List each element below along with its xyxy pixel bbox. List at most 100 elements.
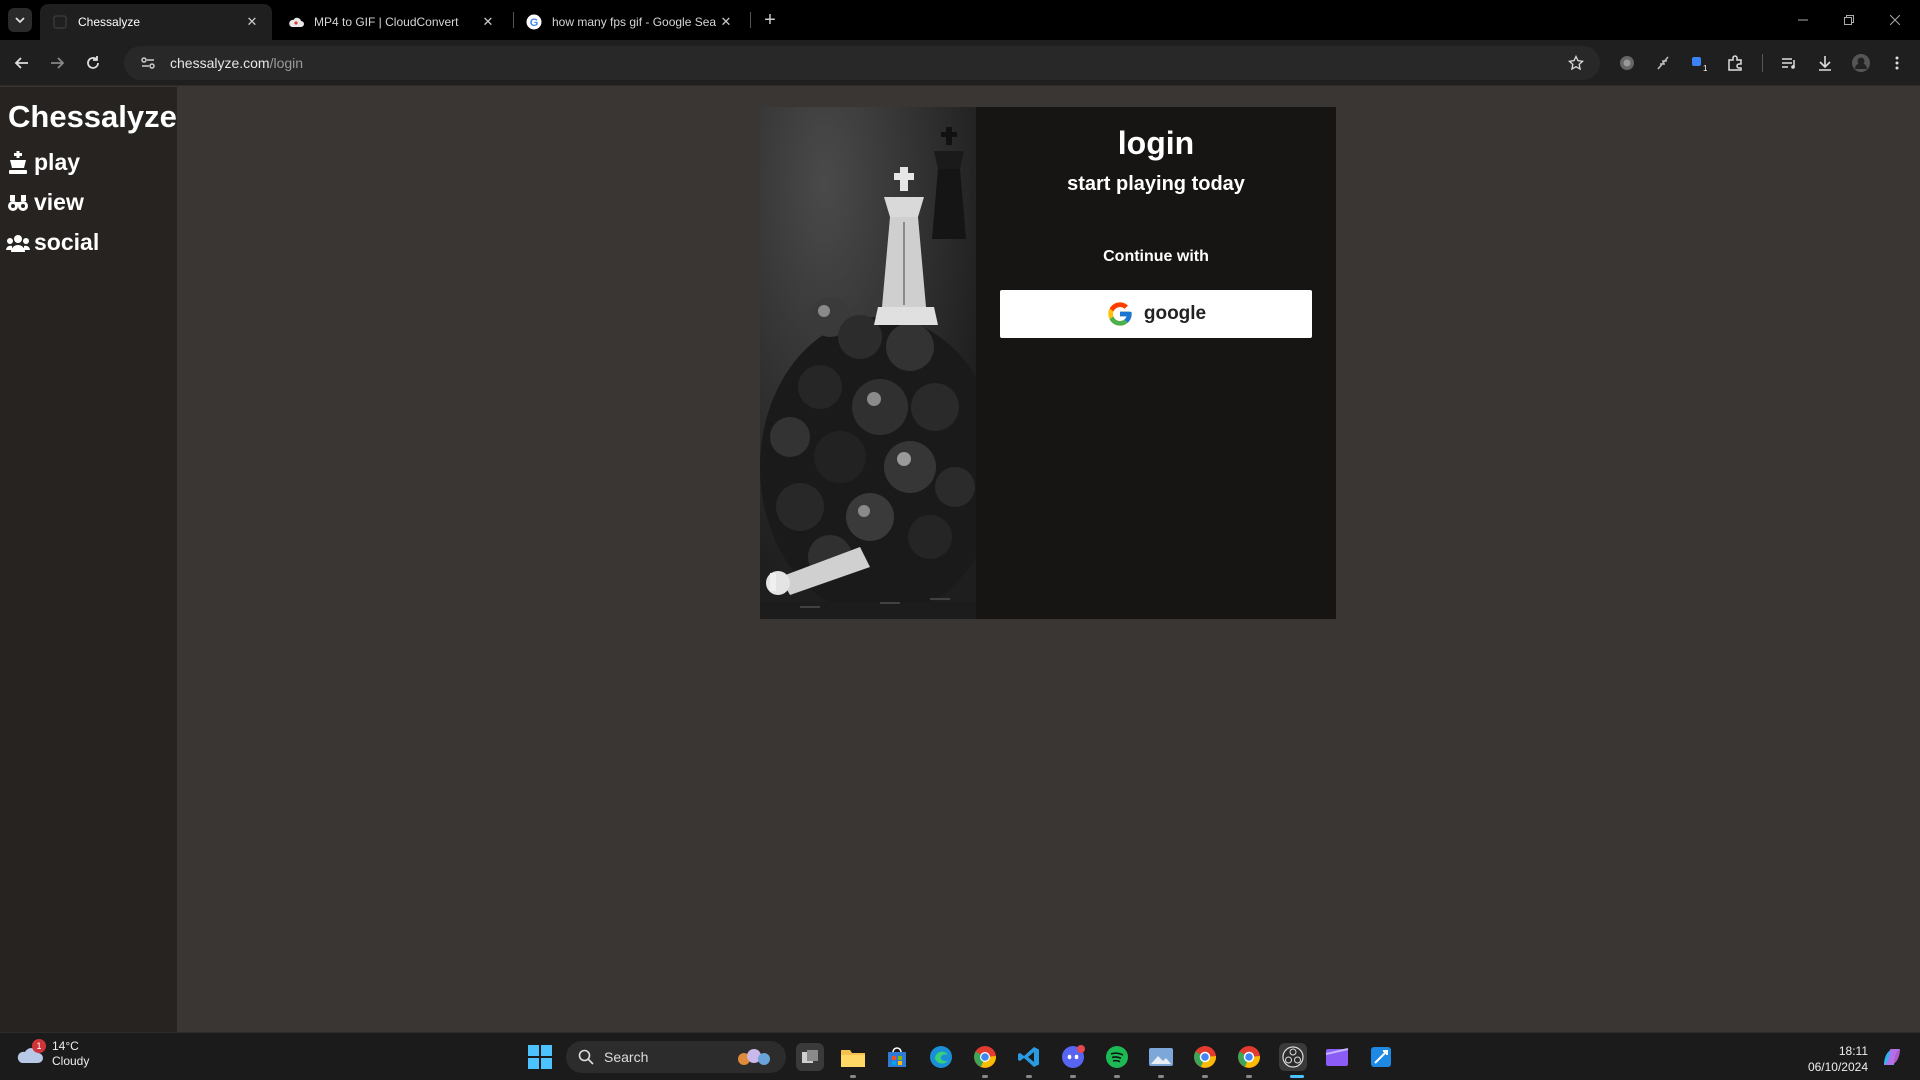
page-content: Chessalyze play view social login start … xyxy=(0,87,1920,1032)
vscode-icon[interactable] xyxy=(1015,1043,1043,1071)
browser-menu-icon[interactable] xyxy=(1886,52,1908,74)
tab-title: Chessalyze xyxy=(78,15,141,29)
running-indicator xyxy=(1158,1075,1164,1078)
search-icon xyxy=(578,1049,594,1065)
tab-google-search[interactable]: G how many fps gif - Google Sea ✕ xyxy=(514,4,746,40)
task-view-icon[interactable] xyxy=(796,1043,824,1071)
svg-text:1: 1 xyxy=(1703,64,1708,72)
url-path: /login xyxy=(269,55,304,71)
chessalyze-favicon xyxy=(52,14,68,30)
running-indicator xyxy=(982,1075,988,1078)
login-card: login start playing today Continue with … xyxy=(760,107,1336,619)
taskbar-search[interactable]: Search xyxy=(566,1041,786,1073)
back-button[interactable] xyxy=(8,49,36,77)
svg-text:G: G xyxy=(530,17,539,29)
running-indicator xyxy=(1026,1075,1032,1078)
weather-temperature: 14°C xyxy=(52,1039,79,1053)
cloudconvert-icon xyxy=(288,14,304,30)
file-explorer-icon[interactable] xyxy=(839,1043,867,1071)
discord-icon[interactable] xyxy=(1059,1043,1087,1071)
weather-widget[interactable]: 1 14°C Cloudy xyxy=(16,1039,89,1069)
reload-icon xyxy=(87,56,99,69)
sidebar-item-play[interactable]: play xyxy=(6,149,80,176)
tab-title: MP4 to GIF | CloudConvert xyxy=(314,15,459,29)
minimize-icon xyxy=(1798,19,1808,21)
restore-button[interactable] xyxy=(1826,0,1872,40)
chrome-icon[interactable] xyxy=(971,1043,999,1071)
sidebar-item-label: view xyxy=(34,189,84,215)
photos-app-icon[interactable] xyxy=(1147,1043,1175,1071)
extension-feather-icon[interactable] xyxy=(1652,52,1674,74)
sidebar-item-label: play xyxy=(34,149,81,175)
binoculars-icon xyxy=(6,191,30,215)
google-icon: G xyxy=(526,14,542,30)
tab-separator xyxy=(750,12,751,28)
extension-blue-icon[interactable]: 1 xyxy=(1688,52,1710,74)
extension-circle-icon[interactable] xyxy=(1616,52,1638,74)
browser-tab-bar: Chessalyze ✕ MP4 to GIF | CloudConvert ✕… xyxy=(0,0,1920,40)
chess-pieces-illustration xyxy=(760,107,976,619)
running-indicator xyxy=(1114,1075,1120,1078)
bookmark-star-icon[interactable] xyxy=(1566,53,1586,73)
media-control-icon[interactable] xyxy=(1778,52,1800,74)
restore-icon xyxy=(1844,15,1854,25)
close-tab-icon[interactable]: ✕ xyxy=(480,14,496,30)
close-window-button[interactable] xyxy=(1872,0,1918,40)
browser-toolbar: chessalyze.com/login 1 xyxy=(0,40,1920,86)
windows-taskbar: 1 14°C Cloudy Search 18:11 06/10/2024 xyxy=(0,1032,1920,1080)
sidebar: Chessalyze play view social xyxy=(0,87,177,1032)
obs-studio-icon[interactable] xyxy=(1279,1043,1307,1071)
site-info-icon[interactable] xyxy=(138,53,158,73)
login-title: login xyxy=(1117,125,1195,161)
brand-logo[interactable]: Chessalyze xyxy=(8,99,177,135)
forward-button[interactable] xyxy=(43,49,71,77)
reload-button[interactable] xyxy=(79,49,107,77)
clipchamp-icon[interactable] xyxy=(1323,1043,1351,1071)
continue-with-label: Continue with xyxy=(1103,248,1209,265)
google-logo-icon xyxy=(1106,300,1134,328)
google-login-button[interactable]: google xyxy=(1000,290,1312,338)
close-tab-icon[interactable]: ✕ xyxy=(718,14,734,30)
chrome-alt-profile-icon[interactable] xyxy=(1235,1043,1263,1071)
tab-cloudconvert[interactable]: MP4 to GIF | CloudConvert ✕ xyxy=(276,4,508,40)
close-icon xyxy=(1890,15,1900,25)
running-indicator xyxy=(1246,1075,1252,1078)
chess-king-icon xyxy=(6,150,30,175)
chrome-profile-icon[interactable] xyxy=(1191,1043,1219,1071)
profile-avatar-icon[interactable] xyxy=(1850,52,1872,74)
search-placeholder: Search xyxy=(604,1049,649,1065)
sidebar-item-view[interactable]: view xyxy=(6,189,84,216)
address-bar[interactable]: chessalyze.com/login xyxy=(124,46,1600,80)
snipping-tool-icon[interactable] xyxy=(1367,1043,1395,1071)
minimize-button[interactable] xyxy=(1780,0,1826,40)
toolbar-divider xyxy=(1762,54,1763,72)
new-tab-button[interactable]: + xyxy=(758,8,782,32)
login-subtitle: start playing today xyxy=(1067,173,1245,195)
weather-description: Cloudy xyxy=(52,1054,90,1068)
tab-title: how many fps gif - Google Sea xyxy=(552,15,717,29)
microsoft-store-icon[interactable] xyxy=(883,1043,911,1071)
google-button-label: google xyxy=(1143,303,1207,324)
url-host: chessalyze.com xyxy=(170,55,270,71)
spotify-icon[interactable] xyxy=(1103,1043,1131,1071)
running-indicator xyxy=(1070,1075,1076,1078)
search-highlight-icon xyxy=(734,1047,774,1067)
cloudy-weather-icon: 1 xyxy=(16,1039,46,1069)
clock-time: 18:11 xyxy=(1838,1044,1868,1058)
sidebar-item-label: social xyxy=(34,229,100,255)
copilot-icon[interactable] xyxy=(1880,1045,1904,1069)
system-clock[interactable]: 18:11 06/10/2024 xyxy=(1808,1043,1868,1075)
windows-start-button[interactable] xyxy=(528,1045,552,1069)
close-tab-icon[interactable]: ✕ xyxy=(244,14,260,30)
weather-badge: 1 xyxy=(32,1039,46,1053)
tab-search-button[interactable] xyxy=(8,8,32,32)
sidebar-item-social[interactable]: social xyxy=(6,229,99,256)
edge-browser-icon[interactable] xyxy=(927,1043,955,1071)
active-app-indicator xyxy=(1290,1075,1304,1078)
chevron-down-icon xyxy=(15,17,25,24)
clock-date: 06/10/2024 xyxy=(1807,1060,1868,1074)
tab-chessalyze[interactable]: Chessalyze ✕ xyxy=(40,4,272,40)
extensions-puzzle-icon[interactable] xyxy=(1724,52,1746,74)
users-icon xyxy=(6,231,30,255)
download-icon[interactable] xyxy=(1814,52,1836,74)
